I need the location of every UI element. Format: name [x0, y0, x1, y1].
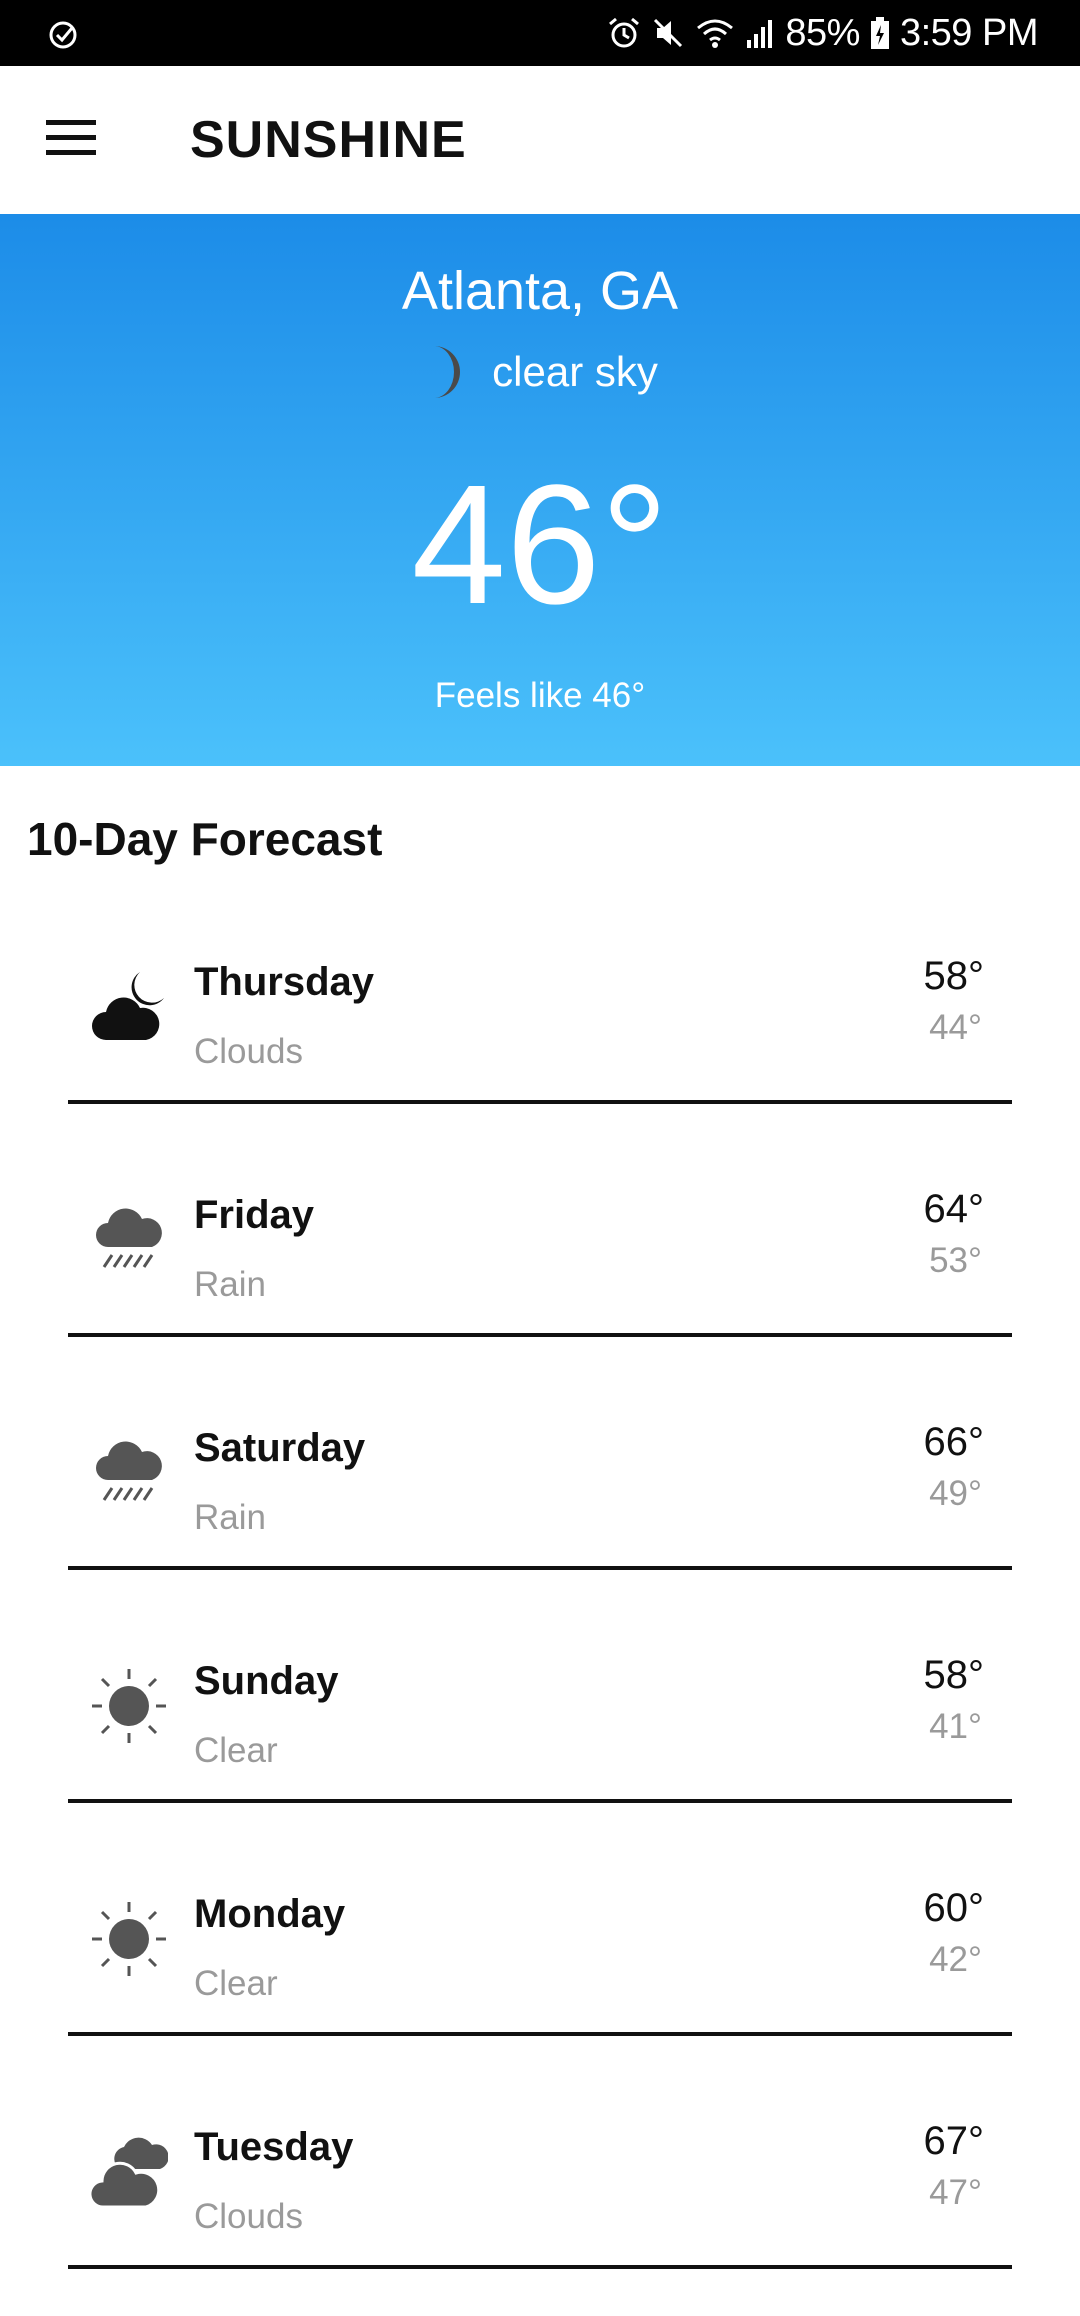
forecast-row-friday[interactable]: Friday Rain 64° 53° — [68, 1133, 1012, 1366]
status-left — [48, 20, 78, 55]
cloud-moon-icon — [92, 972, 164, 1040]
city-name: Atlanta, GA — [401, 261, 679, 321]
forecast-low: 44° — [929, 1008, 982, 1047]
forecast-high: 58° — [923, 954, 985, 998]
forecast-low: 53° — [929, 1241, 982, 1280]
forecast-list: Thursday Clouds 58° 44° Friday Rain 64° … — [68, 900, 1012, 2298]
sun-icon — [92, 1902, 166, 1976]
forecast-row-thursday[interactable]: Thursday Clouds 58° 44° — [68, 900, 1012, 1133]
current-weather-panel: Atlanta, GA clear sky 46° Feels like 46° — [0, 214, 1080, 766]
forecast-high: 67° — [923, 2119, 985, 2163]
status-bar: 85% 3:59 PM — [0, 0, 1080, 66]
hamburger-menu-icon — [46, 120, 96, 155]
app-bar: SUNSHINE — [0, 66, 1080, 214]
forecast-row-tuesday[interactable]: Tuesday Clouds 67° 47° — [68, 2065, 1012, 2298]
forecast-high: 60° — [923, 1886, 985, 1930]
status-right: 85% 3:59 PM — [607, 0, 1039, 66]
current-temperature: 46° — [411, 450, 669, 640]
forecast-low: 41° — [929, 1707, 982, 1746]
alarm-icon — [609, 17, 640, 48]
forecast-description: Rain — [194, 1265, 266, 1304]
wifi-icon — [697, 19, 734, 48]
forecast-day: Thursday — [194, 960, 375, 1004]
weather-app-screen: 85% 3:59 PM SUNSHINE Atlanta, GA clear s… — [0, 0, 1080, 2316]
battery-percent: 85% — [785, 11, 860, 54]
forecast-low: 47° — [929, 2173, 982, 2212]
forecast-description: Clear — [194, 1731, 278, 1770]
forecast-description: Clear — [194, 1964, 278, 2003]
forecast-row-sunday[interactable]: Sunday Clear 58° 41° — [68, 1599, 1012, 1832]
check-circle-icon — [49, 21, 77, 49]
rain-cloud-icon — [96, 1441, 162, 1501]
battery-charging-icon — [870, 17, 889, 49]
app-title: SUNSHINE — [190, 111, 467, 169]
forecast-day: Tuesday — [194, 2125, 354, 2169]
forecast-low: 42° — [929, 1940, 982, 1979]
forecast-high: 66° — [923, 1420, 985, 1464]
condition-text: clear sky — [492, 348, 658, 395]
forecast-day: Monday — [194, 1892, 346, 1936]
signal-icon — [747, 20, 773, 48]
condition-row: clear sky — [0, 344, 1080, 400]
forecast-high: 64° — [923, 1187, 985, 1231]
forecast-description: Rain — [194, 1498, 266, 1537]
feels-like: Feels like 46° — [434, 676, 646, 715]
forecast-title: 10-Day Forecast — [27, 813, 383, 865]
forecast-description: Clouds — [194, 2197, 303, 2236]
forecast-row-monday[interactable]: Monday Clear 60° 42° — [68, 1832, 1012, 2065]
moon-icon — [434, 346, 461, 398]
status-time: 3:59 PM — [899, 11, 1039, 54]
clouds-icon — [90, 2137, 168, 2209]
menu-button[interactable] — [46, 118, 98, 160]
forecast-description: Clouds — [194, 1032, 303, 1071]
forecast-day: Friday — [194, 1193, 315, 1237]
rain-cloud-icon — [96, 1208, 162, 1268]
sun-icon — [92, 1669, 166, 1743]
forecast-day: Sunday — [194, 1659, 339, 1703]
forecast-low: 49° — [929, 1474, 982, 1513]
forecast-row-saturday[interactable]: Saturday Rain 66° 49° — [68, 1366, 1012, 1599]
forecast-day: Saturday — [194, 1426, 366, 1470]
mute-icon — [654, 18, 683, 48]
forecast-high: 58° — [923, 1653, 985, 1697]
